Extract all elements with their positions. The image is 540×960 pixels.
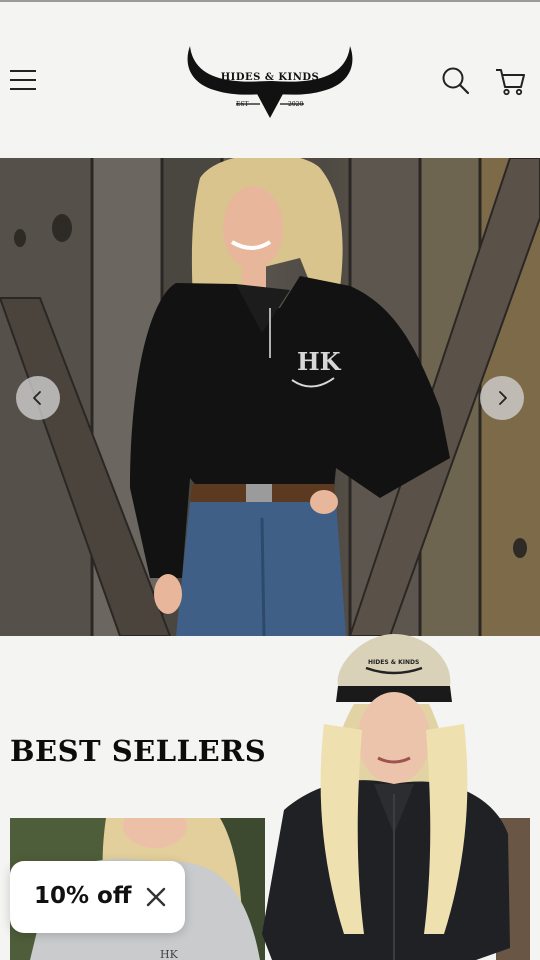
chevron-left-icon	[33, 391, 41, 405]
discount-label[interactable]: 10% off	[34, 883, 132, 909]
discount-popup[interactable]: 10% off	[10, 861, 185, 933]
slide-prev-button[interactable]	[16, 376, 60, 420]
promo-video-overlay[interactable]: HIDES & KINDS	[254, 634, 524, 960]
hero-slideshow: HK	[0, 158, 540, 636]
hero-image: HK	[0, 158, 540, 636]
best-sellers-title: BEST SELLERS	[10, 734, 267, 768]
brand-logo[interactable]: HIDES & KINDS EST 2020	[184, 42, 356, 122]
brand-year: 2020	[288, 101, 304, 108]
hamburger-menu-icon[interactable]	[8, 66, 38, 96]
slide-next-button[interactable]	[480, 376, 524, 420]
close-icon[interactable]	[144, 885, 168, 909]
search-icon[interactable]	[440, 65, 472, 97]
cart-icon[interactable]	[494, 65, 526, 97]
chevron-right-icon	[499, 391, 507, 405]
svg-text:HK: HK	[160, 948, 179, 960]
site-header: HIDES & KINDS EST 2020	[0, 2, 540, 158]
shirt-logo: HK	[297, 347, 342, 376]
brand-name: HIDES & KINDS	[220, 72, 320, 83]
brand-est: EST	[236, 101, 249, 108]
cap-brand-text: HIDES & KINDS	[368, 659, 419, 666]
